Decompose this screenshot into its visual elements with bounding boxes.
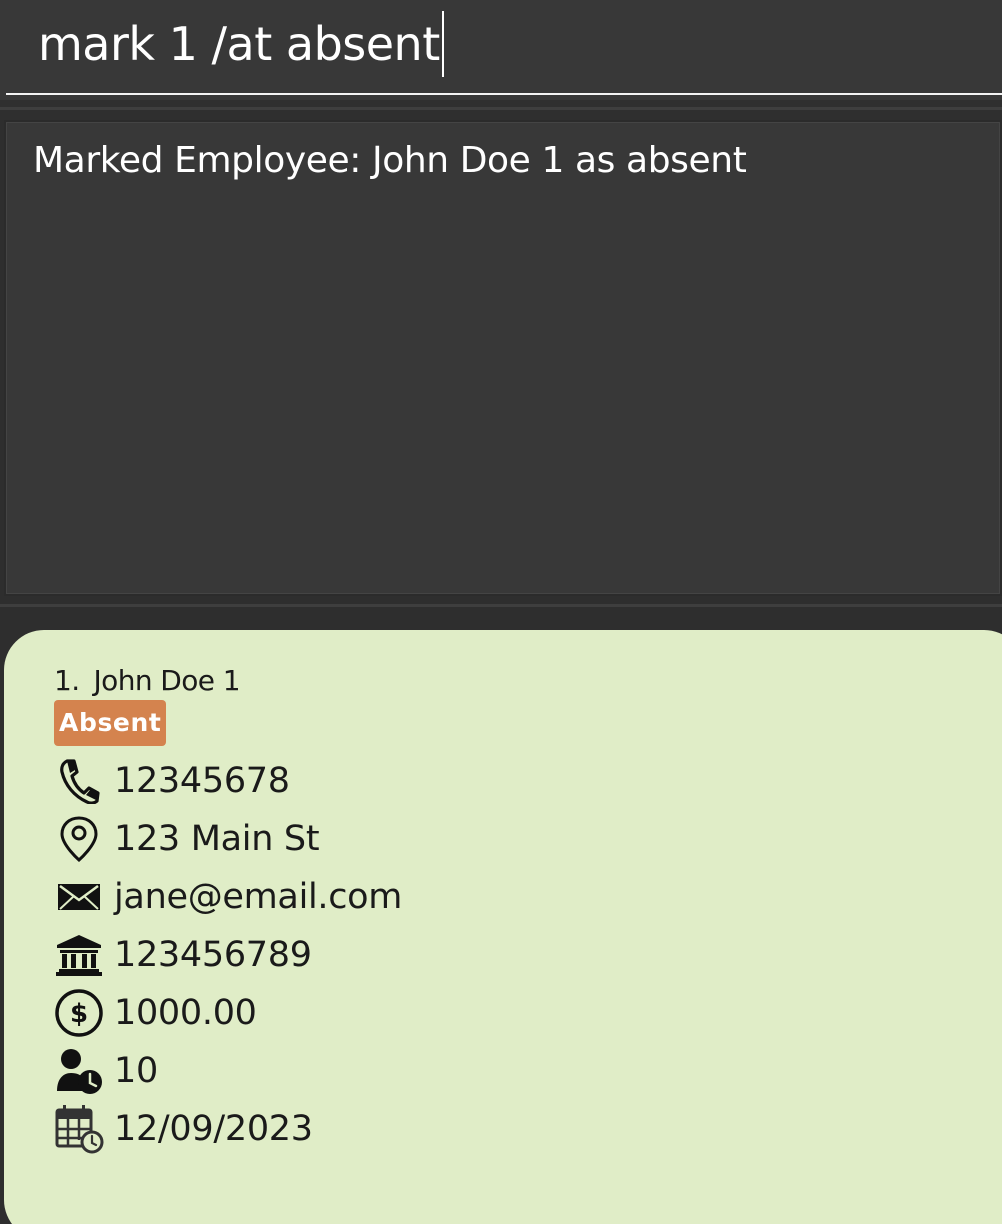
salary-value: 1000.00 (114, 993, 257, 1033)
leave-value: 10 (114, 1051, 158, 1091)
employee-card[interactable]: 1. John Doe 1 Absent 12345678 123 Main S… (4, 630, 1002, 1224)
email-value: jane@email.com (114, 877, 403, 917)
location-pin-icon (54, 814, 104, 864)
person-clock-icon (54, 1046, 104, 1096)
date-row: 12/09/2023 (54, 1104, 313, 1154)
employee-index: 1. (54, 664, 80, 697)
svg-text:$: $ (70, 999, 88, 1029)
dollar-icon: $ (54, 988, 104, 1038)
status-badge: Absent (54, 700, 167, 746)
employee-name: John Doe 1 (93, 664, 241, 697)
employee-title: 1. John Doe 1 (54, 664, 241, 697)
envelope-icon (54, 872, 104, 922)
divider (0, 100, 1002, 120)
bank-icon (54, 930, 104, 980)
divider-lower (0, 604, 1002, 607)
result-display[interactable]: Marked Employee: John Doe 1 as absent (4, 120, 1002, 596)
salary-row: $ 1000.00 (54, 988, 257, 1038)
phone-value: 12345678 (114, 761, 290, 801)
leave-row: 10 (54, 1046, 158, 1096)
phone-row: 12345678 (54, 756, 290, 806)
date-value: 12/09/2023 (114, 1109, 313, 1149)
address-row: 123 Main St (54, 814, 320, 864)
app-window: mark 1 /at absent Marked Employee: John … (0, 0, 1002, 1224)
command-input[interactable]: mark 1 /at absent (38, 10, 444, 77)
bank-row: 123456789 (54, 930, 312, 980)
text-caret (441, 10, 444, 77)
command-box[interactable]: mark 1 /at absent (0, 0, 1002, 100)
command-underline (6, 93, 1002, 95)
command-text: mark 1 /at absent (38, 17, 440, 71)
phone-icon (54, 756, 104, 806)
address-value: 123 Main St (114, 819, 320, 859)
divider-line (0, 107, 1002, 110)
result-message: Marked Employee: John Doe 1 as absent (33, 140, 747, 181)
bank-account-value: 123456789 (114, 935, 312, 975)
calendar-clock-icon (54, 1104, 104, 1154)
email-row: jane@email.com (54, 872, 402, 922)
